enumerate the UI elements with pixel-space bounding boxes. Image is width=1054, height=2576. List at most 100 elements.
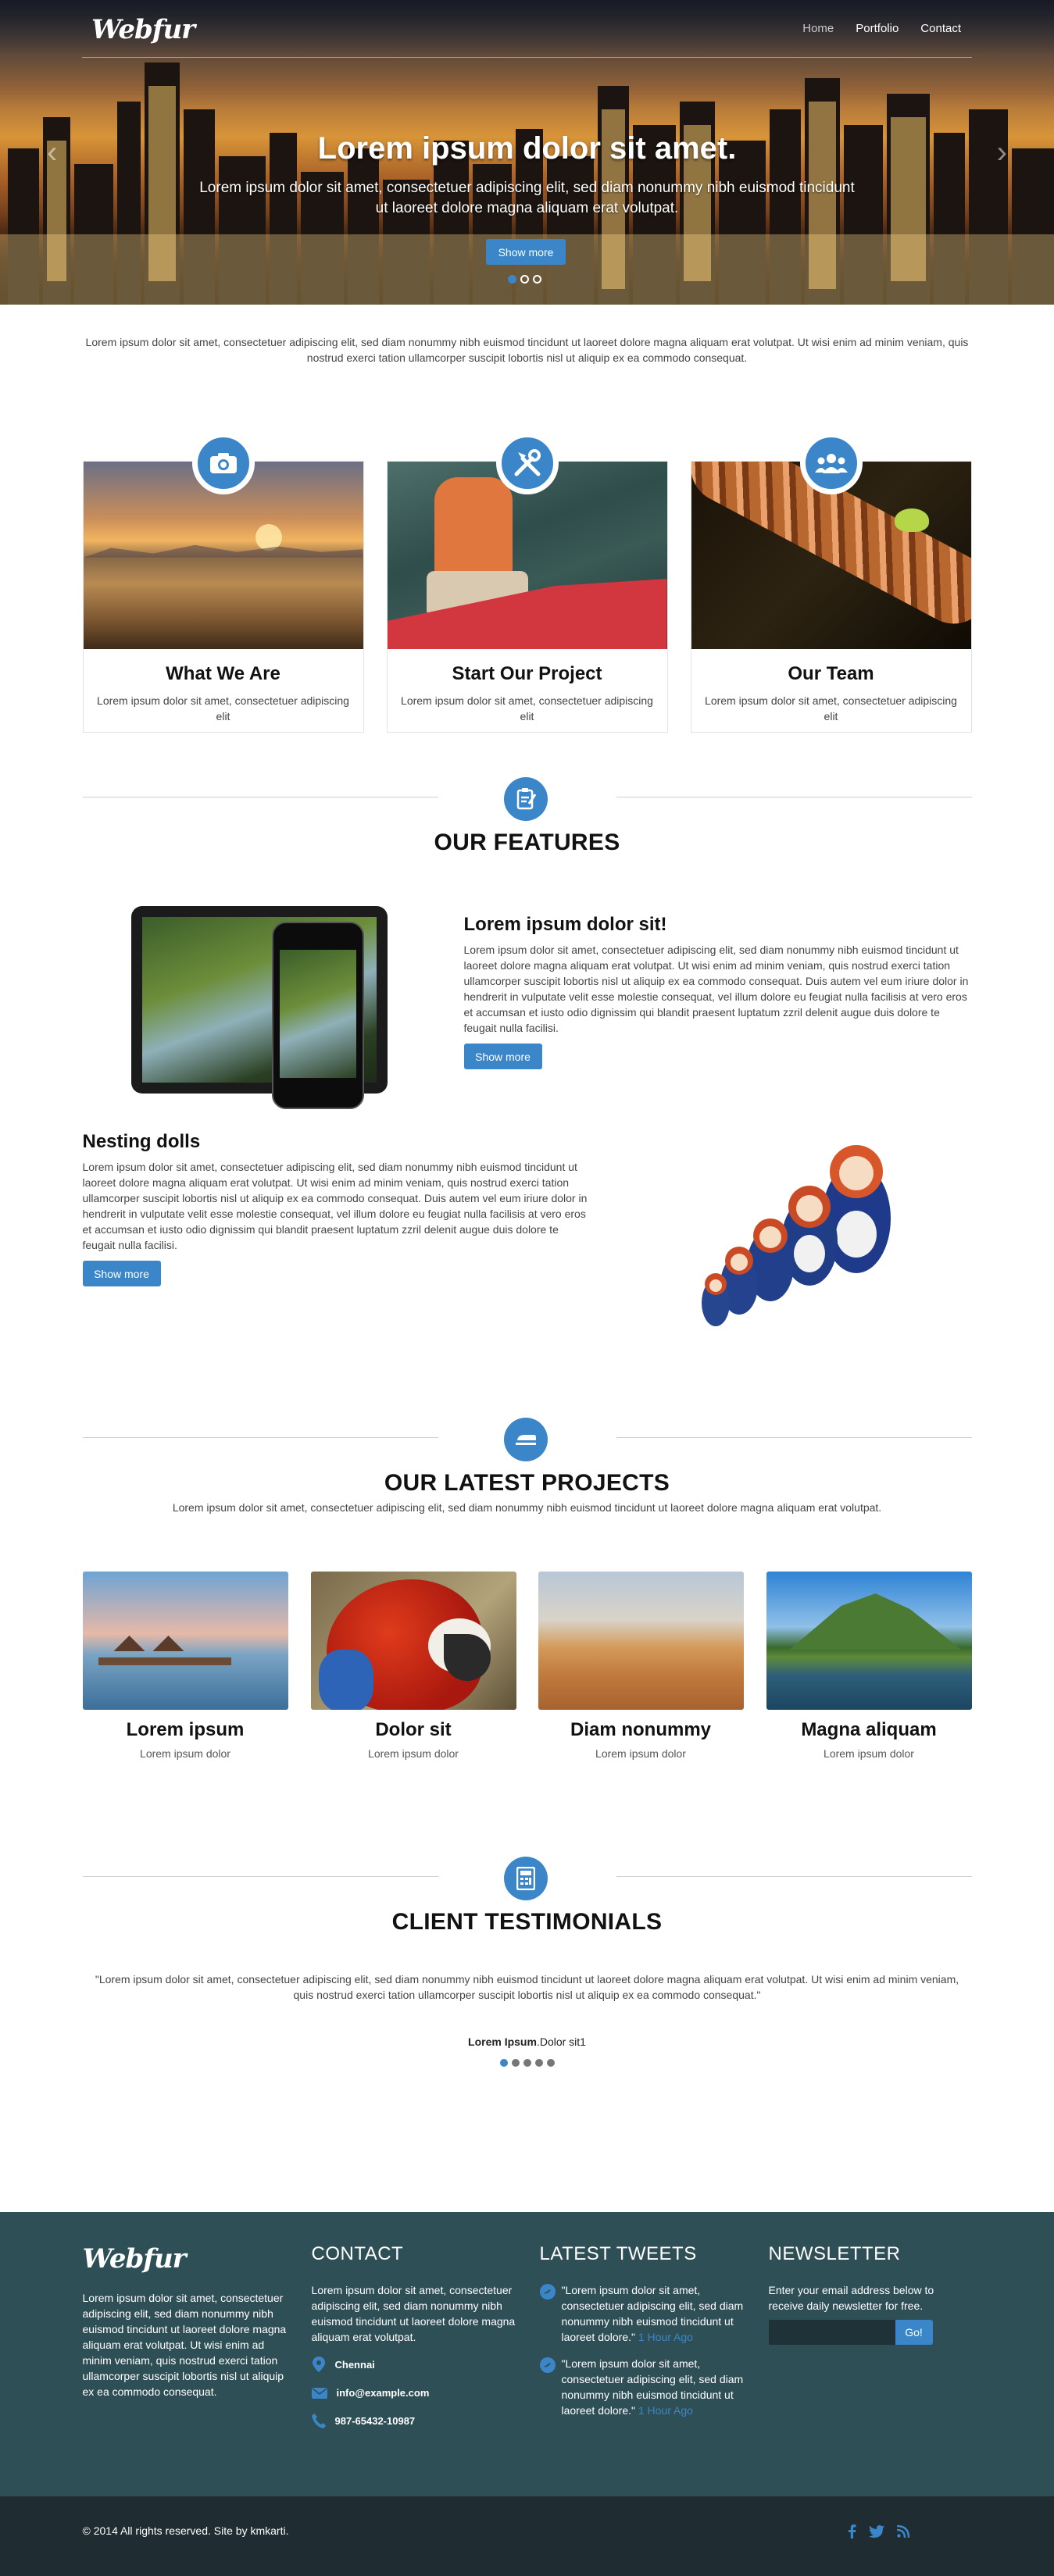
slider-dot[interactable] [533, 275, 541, 284]
hero-title: Lorem ipsum dolor sit amet. [317, 131, 737, 166]
tweet-item: "Lorem ipsum dolor sit amet, consectetue… [539, 2356, 751, 2418]
footer-contact: CONTACT Lorem ipsum dolor sit amet, cons… [311, 2243, 523, 2428]
divider-line [616, 1437, 972, 1438]
testimonial-dot[interactable] [511, 2059, 520, 2067]
testimonial-author-line: Lorem Ipsum.Dolor sit1 [468, 2035, 586, 2048]
feature-text: Lorem ipsum dolor sit amet, consectetuer… [82, 1161, 588, 1251]
copyright: © 2014 All rights reserved. Site by kmka… [82, 2524, 289, 2537]
service-title: Start Our Project [452, 663, 602, 684]
site-logo[interactable]: Webfur [91, 14, 195, 45]
divider-line [82, 1876, 438, 1877]
projects-header: OUR LATEST PROJECTS [82, 1414, 972, 1507]
footer-logo[interactable]: Webfur [83, 2243, 294, 2275]
twitter-bird-icon [539, 2357, 556, 2373]
facebook-icon[interactable] [848, 2524, 856, 2539]
feature-title: Nesting dolls [82, 1131, 201, 1152]
nav-portfolio[interactable]: Portfolio [856, 22, 899, 35]
service-title: What We Are [166, 663, 280, 684]
location-pin-icon [312, 2357, 325, 2372]
bottom-bar: © 2014 All rights reserved. Site by kmka… [0, 2496, 1054, 2576]
project-text: Lorem ipsum dolor [824, 1747, 914, 1760]
project-title: Lorem ipsum [126, 1719, 245, 1740]
tweet-time[interactable]: 1 Hour Ago [638, 2404, 693, 2417]
project-text: Lorem ipsum dolor [368, 1747, 459, 1760]
main-menu: Home Portfolio Contact [802, 22, 961, 35]
testimonial-dot[interactable] [534, 2059, 543, 2067]
hero-show-more-button[interactable]: Show more [486, 239, 566, 265]
slider-dot[interactable] [508, 275, 516, 284]
mail-icon [311, 2387, 327, 2399]
newsletter-text: Enter your email address below to receiv… [768, 2284, 934, 2312]
testimonial-dot[interactable] [499, 2059, 508, 2067]
projects-subtitle: Lorem ipsum dolor sit amet, consectetuer… [172, 1501, 882, 1514]
testimonials-header: CLIENT TESTIMONIALS [82, 1853, 972, 1946]
project-title: Dolor sit [375, 1719, 452, 1740]
feature-row: Lorem ipsum dolor sit! Lorem ipsum dolor… [83, 890, 972, 1125]
project-card[interactable]: Lorem ipsum Lorem ipsum dolor [82, 1572, 288, 1760]
slider-dot[interactable] [520, 275, 529, 284]
hero-text: Lorem ipsum dolor sit amet, consectetuer… [199, 180, 855, 216]
testimonial-role: Dolor sit1 [539, 2035, 586, 2048]
camera-icon [191, 432, 255, 494]
project-card[interactable]: Dolor sit Lorem ipsum dolor [310, 1572, 516, 1760]
nav-home[interactable]: Home [802, 22, 834, 35]
calculator-icon [503, 1857, 548, 1900]
service-text: Lorem ipsum dolor sit amet, consectetuer… [401, 694, 653, 722]
service-card: Start Our Project Lorem ipsum dolor sit … [386, 432, 668, 733]
newsletter-email-input[interactable] [768, 2320, 895, 2345]
nesting-dolls-image [701, 1145, 891, 1326]
footer-about-text: Lorem ipsum dolor sit amet, consectetuer… [82, 2292, 287, 2398]
project-card[interactable]: Magna aliquam Lorem ipsum dolor [766, 1572, 972, 1760]
divider-line [82, 1437, 438, 1438]
footer-heading: CONTACT [311, 2243, 404, 2264]
clipboard-icon [503, 777, 548, 821]
pier-image [82, 1572, 288, 1710]
desert-image [538, 1572, 744, 1710]
projects-grid: Lorem ipsum Lorem ipsum dolor Dolor sit … [82, 1572, 972, 1775]
newsletter-submit-button[interactable]: Go! [895, 2320, 933, 2345]
testimonial-dot[interactable] [546, 2059, 555, 2067]
contact-email[interactable]: info@example.com [337, 2387, 430, 2399]
nav-contact[interactable]: Contact [920, 22, 961, 35]
parrot-image [310, 1572, 516, 1710]
testimonial-dot[interactable] [523, 2059, 531, 2067]
contact-phone: 987-65432-10987 [334, 2414, 416, 2427]
service-card: Our Team Lorem ipsum dolor sit amet, con… [690, 432, 972, 733]
contact-phone-row: 987-65432-10987 [311, 2413, 523, 2428]
footer-about: Webfur Lorem ipsum dolor sit amet, conse… [83, 2243, 294, 2399]
testimonial-dots [0, 2059, 1054, 2067]
service-title: Our Team [788, 663, 874, 684]
footer-heading: NEWSLETTER [768, 2243, 901, 2264]
services-section: What We Are Lorem ipsum dolor sit amet, … [82, 398, 972, 773]
intro-text: Lorem ipsum dolor sit amet, consectetuer… [85, 336, 969, 364]
contact-city-row: Chennai [312, 2356, 523, 2373]
twitter-bird-icon [539, 2284, 556, 2299]
rss-icon[interactable] [896, 2525, 909, 2538]
hero-slider: Webfur Home Portfolio Contact ‹ › Lorem … [0, 0, 1054, 305]
section-title: OUR LATEST PROJECTS [384, 1470, 670, 1496]
contact-text: Lorem ipsum dolor sit amet, consectetuer… [311, 2284, 516, 2343]
testimonial-quote: "Lorem ipsum dolor sit amet, consectetue… [95, 1973, 959, 2001]
footer-tweets: LATEST TWEETS "Lorem ipsum dolor sit ame… [539, 2243, 751, 2418]
features-header: OUR FEATURES [82, 773, 972, 867]
feature-title: Lorem ipsum dolor sit! [463, 914, 667, 935]
contact-city: Chennai [334, 2358, 375, 2371]
feature-text: Lorem ipsum dolor sit amet, consectetuer… [463, 944, 969, 1034]
tweet-time[interactable]: 1 Hour Ago [638, 2331, 693, 2343]
stapler-icon [503, 1418, 548, 1461]
testimonial-author: Lorem Ipsum [468, 2035, 537, 2048]
tools-icon [495, 432, 559, 494]
project-text: Lorem ipsum dolor [140, 1747, 230, 1760]
section-title: CLIENT TESTIMONIALS [391, 1909, 663, 1935]
team-icon [799, 432, 863, 494]
feature-show-more-button[interactable]: Show more [463, 1044, 542, 1069]
devices-image [130, 906, 389, 1109]
twitter-icon[interactable] [868, 2525, 884, 2538]
feature-row: Nesting dolls Lorem ipsum dolor sit amet… [82, 1125, 972, 1383]
service-text: Lorem ipsum dolor sit amet, consectetuer… [705, 694, 957, 722]
feature-show-more-button[interactable]: Show more [82, 1261, 161, 1286]
footer: Webfur Lorem ipsum dolor sit amet, conse… [0, 2212, 1054, 2496]
tweet-item: "Lorem ipsum dolor sit amet, consectetue… [539, 2282, 751, 2345]
footer-heading: LATEST TWEETS [539, 2243, 697, 2264]
project-card[interactable]: Diam nonummy Lorem ipsum dolor [538, 1572, 744, 1760]
